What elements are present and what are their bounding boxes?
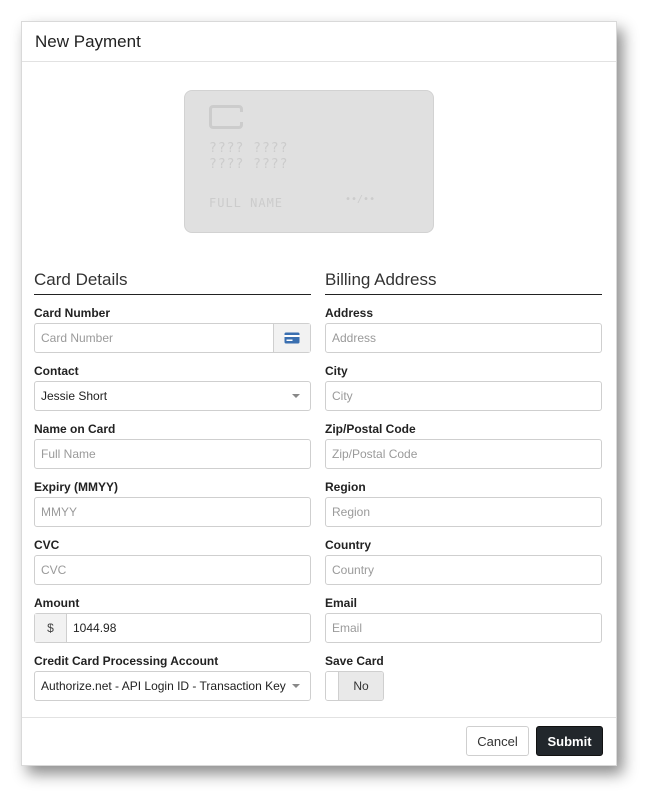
amount-input[interactable] [67,613,310,643]
caret-down-icon [292,394,300,398]
card-preview-name: FULL NAME [209,196,284,210]
save-card-toggle[interactable]: No [325,671,384,701]
city-input[interactable] [326,381,601,411]
save-card-label: Save Card [325,654,384,668]
card-preview-expiry: ••/•• [345,194,376,205]
email-input-wrap [325,613,602,643]
contact-field: Contact Jessie Short [34,363,311,421]
amount-input-group: $ [34,613,311,643]
amount-label: Amount [34,596,80,610]
processing-account-field: Credit Card Processing Account Authorize… [34,653,311,711]
zip-input-wrap [325,439,602,469]
card-number-input[interactable] [35,323,273,353]
expiry-input-wrap [34,497,311,527]
address-input-wrap [325,323,602,353]
email-input[interactable] [326,613,601,643]
cvc-field: CVC [34,537,311,595]
card-chip-icon [209,105,243,129]
processing-account-select[interactable]: Authorize.net - API Login ID - Transacti… [34,671,311,701]
save-card-field: Save Card No [325,653,602,711]
cvc-input-wrap [34,555,311,585]
amount-field: Amount $ [34,595,311,653]
name-on-card-label: Name on Card [34,422,116,436]
zip-field: Zip/Postal Code [325,421,602,479]
country-label: Country [325,538,371,552]
expiry-field: Expiry (MMYY) [34,479,311,537]
city-input-wrap [325,381,602,411]
card-number-input-group [34,323,311,353]
zip-label: Zip/Postal Code [325,422,416,436]
dialog-title: New Payment [35,31,141,51]
country-field: Country [325,537,602,595]
zip-input[interactable] [326,439,601,469]
address-label: Address [325,306,374,320]
cvc-label: CVC [34,538,60,552]
contact-value: Jessie Short [41,389,108,403]
toggle-knob [326,672,339,700]
expiry-input[interactable] [35,497,310,527]
country-input-wrap [325,555,602,585]
card-preview-number-row-1: ???? ???? [209,141,289,156]
cvc-input[interactable] [35,555,310,585]
card-number-label: Card Number [34,306,111,320]
email-field: Email [325,595,602,653]
processing-account-value: Authorize.net - API Login ID - Transacti… [41,679,286,693]
dialog-footer: Cancel Submit [22,717,616,765]
card-preview-number-row-2: ???? ???? [209,157,289,172]
processing-account-label: Credit Card Processing Account [34,654,219,668]
contact-label: Contact [34,364,79,378]
card-details-heading: Card Details [34,270,311,295]
address-field: Address [325,305,602,363]
expiry-label: Expiry (MMYY) [34,480,119,494]
name-on-card-field: Name on Card [34,421,311,479]
credit-card-icon [284,332,300,344]
card-number-field: Card Number [34,305,311,363]
name-on-card-input[interactable] [35,439,310,469]
region-input-wrap [325,497,602,527]
contact-select[interactable]: Jessie Short [34,381,311,411]
region-input[interactable] [326,497,601,527]
name-on-card-input-wrap [34,439,311,469]
email-label: Email [325,596,358,610]
submit-button[interactable]: Submit [536,726,603,756]
new-payment-dialog: New Payment ???? ???? ???? ???? FULL NAM… [21,21,617,766]
cancel-button[interactable]: Cancel [466,726,529,756]
city-field: City [325,363,602,421]
caret-down-icon [292,684,300,688]
card-preview: ???? ???? ???? ???? FULL NAME ••/•• [184,90,434,233]
billing-address-section: Billing Address Address City Zip/Postal … [325,270,602,711]
region-label: Region [325,480,366,494]
region-field: Region [325,479,602,537]
card-preview-number: ???? ???? ???? ???? [209,141,359,173]
country-input[interactable] [326,555,601,585]
save-card-state: No [339,672,383,700]
currency-addon: $ [35,614,67,642]
city-label: City [325,364,348,378]
billing-address-heading: Billing Address [325,270,602,295]
card-details-section: Card Details Card Number Contact Jessie … [34,270,311,711]
address-input[interactable] [326,323,601,353]
card-scan-button[interactable] [273,324,310,352]
dialog-header: New Payment [22,22,616,62]
